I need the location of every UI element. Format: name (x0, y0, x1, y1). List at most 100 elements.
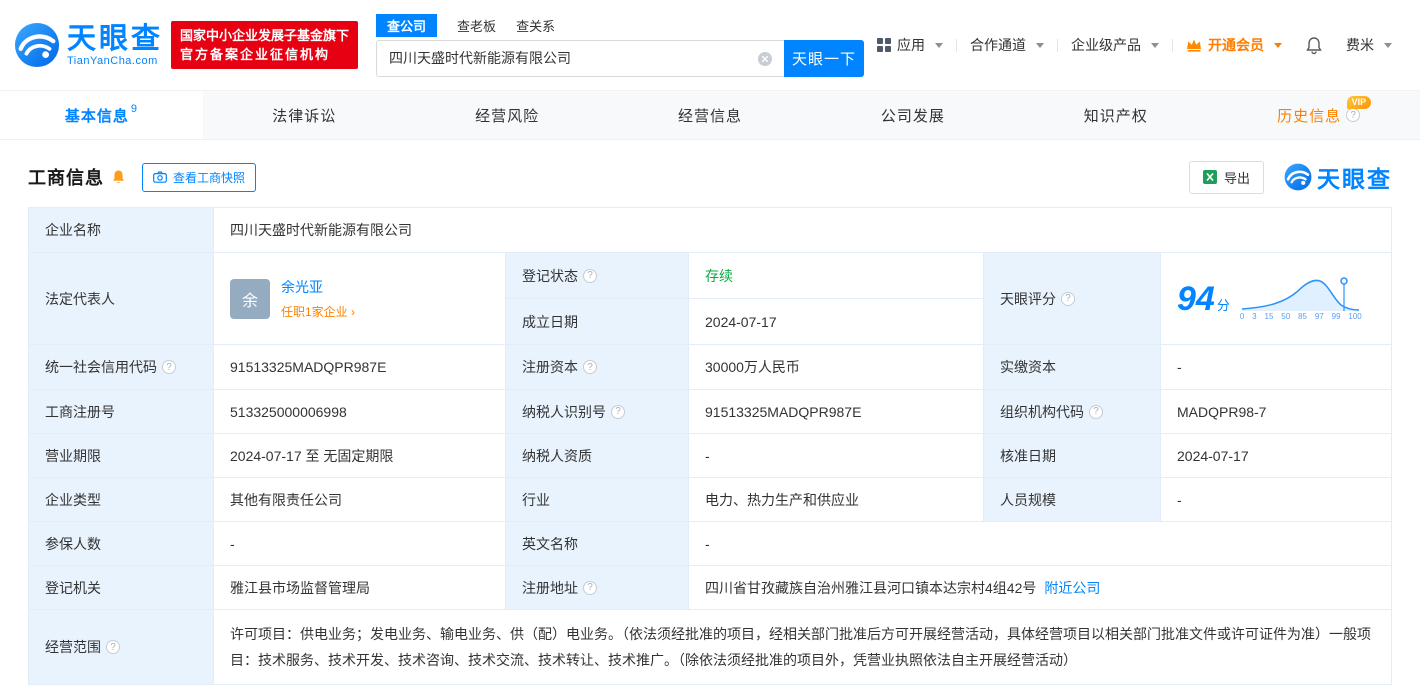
nav-vip-label: 开通会员 (1208, 37, 1265, 53)
field-label: 组织机构代码 (1000, 403, 1084, 420)
field-label: 法定代表人 (45, 290, 115, 307)
help-icon[interactable] (583, 580, 597, 595)
field-value: - (705, 535, 710, 552)
tyc-score-cell: 94 分 0 3 15 50 85 97 99 100 (1161, 253, 1391, 345)
crown-icon (1187, 39, 1202, 52)
gov-certification-badge: 国家中小企业发展子基金旗下 官方备案企业征信机构 (171, 21, 359, 69)
vip-badge: VIP (1346, 96, 1372, 109)
field-label: 行业 (522, 491, 550, 508)
badge-line2: 官方备案企业征信机构 (180, 47, 331, 62)
field-value-org-code: MADQPR98-7 (1161, 390, 1391, 434)
field-value: 513325000006998 (230, 403, 347, 420)
subscribe-bell-icon[interactable] (111, 169, 126, 185)
field-label: 营业期限 (45, 447, 101, 464)
field-label-reg-number: 工商注册号 (29, 390, 214, 434)
search-tab-company[interactable]: 查公司 (376, 13, 438, 37)
tab-operation-risk[interactable]: 经营风险 (406, 91, 609, 139)
field-label: 注册资本 (522, 359, 578, 375)
notification-bell-icon[interactable] (1295, 36, 1333, 55)
score-value: 94 分 (1177, 279, 1230, 318)
excel-icon (1202, 170, 1217, 184)
tab-label: 经营风险 (475, 107, 540, 125)
field-label-business-scope: 经营范围 (29, 610, 214, 685)
field-label-paid-capital: 实缴资本 (984, 345, 1161, 390)
tianyancha-watermark: 天眼查 (1284, 160, 1392, 194)
status-badge: 存续 (705, 267, 733, 284)
help-icon[interactable] (611, 404, 625, 419)
field-value: 许可项目：供电业务；发电业务、输电业务、供（配）电业务。（依法须经批准的项目，经… (230, 626, 1371, 668)
search-tab-boss[interactable]: 查老板 (457, 14, 496, 37)
legal-rep-info: 余光亚 任职1家企业 (281, 277, 355, 320)
help-icon[interactable] (1089, 404, 1103, 419)
score-distribution-chart: 0 3 15 50 85 97 99 100 (1240, 276, 1362, 321)
legal-rep-companies-link[interactable]: 任职1家企业 (281, 303, 355, 320)
help-icon[interactable] (1346, 108, 1361, 122)
tianyancha-logo[interactable]: 天眼查 TianYanCha.com (14, 22, 163, 68)
search-tab-relation[interactable]: 查关系 (516, 14, 555, 37)
field-label-legal-rep: 法定代表人 (29, 253, 214, 345)
nav-open-membership[interactable]: 开通会员 (1173, 35, 1295, 55)
camera-icon (153, 171, 167, 183)
field-label-establish-date: 成立日期 (506, 299, 689, 345)
nav-user[interactable]: 费米 (1333, 35, 1405, 55)
help-icon[interactable] (583, 360, 597, 374)
search-button[interactable]: 天眼一下 (784, 39, 865, 77)
tab-history-info[interactable]: VIP 历史信息 (1217, 91, 1420, 139)
tab-operation-info[interactable]: 经营信息 (609, 91, 812, 139)
field-label: 企业类型 (45, 491, 101, 508)
chevron-down-icon (1036, 42, 1045, 48)
field-label: 天眼评分 (1000, 290, 1056, 307)
tab-intellectual-property[interactable]: 知识产权 (1014, 91, 1217, 139)
search-area: 查公司 查老板 查关系 天眼一下 (376, 13, 865, 77)
search-row: 天眼一下 (376, 39, 865, 77)
export-button[interactable]: 导出 (1188, 160, 1264, 194)
clear-search-icon[interactable] (757, 51, 773, 67)
field-value-credit-code: 91513325MADQPR987E (214, 345, 506, 390)
field-value-company-name: 四川天盛时代新能源有限公司 (214, 208, 1391, 253)
help-icon[interactable] (162, 360, 176, 374)
field-value-company-type: 其他有限责任公司 (214, 478, 506, 522)
tab-label: 历史信息 (1277, 107, 1342, 125)
field-label-english-name: 英文名称 (506, 522, 689, 566)
nearby-companies-link[interactable]: 附近公司 (1044, 578, 1100, 598)
nav-cooperation[interactable]: 合作通道 (957, 35, 1057, 55)
help-icon[interactable] (1061, 291, 1075, 306)
field-label-insured-count: 参保人数 (29, 522, 214, 566)
tab-basic-info[interactable]: 基本信息 9 (0, 91, 203, 139)
logo-en: TianYanCha.com (67, 54, 158, 67)
view-business-snapshot-button[interactable]: 查看工商快照 (142, 162, 257, 192)
field-label: 实缴资本 (1000, 359, 1056, 375)
legal-rep-link[interactable]: 余光亚 (281, 279, 323, 295)
chevron-down-icon (935, 42, 944, 48)
logo-cn: 天眼查 (67, 22, 164, 55)
badge-line1: 国家中小企业发展子基金旗下 (180, 28, 350, 43)
legal-rep-avatar[interactable]: 余 (230, 278, 270, 319)
field-value-reg-number: 513325000006998 (214, 390, 506, 434)
top-nav: 应用 合作通道 企业级产品 开通会员 费米 (864, 35, 1405, 55)
field-label-industry: 行业 (506, 478, 689, 522)
tab-label: 基本信息 (64, 107, 129, 125)
nav-apps-label: 应用 (897, 37, 926, 53)
field-value: 雅江县市场监督管理局 (230, 579, 370, 596)
field-value: MADQPR98-7 (1177, 403, 1267, 420)
tab-company-development[interactable]: 公司发展 (811, 91, 1014, 139)
field-value-paid-capital: - (1161, 345, 1391, 390)
tab-legal-proceedings[interactable]: 法律诉讼 (203, 91, 406, 139)
nav-enterprise-products[interactable]: 企业级产品 (1058, 35, 1172, 55)
field-label-reg-status: 登记状态 (506, 253, 689, 299)
field-label: 纳税人资质 (522, 447, 592, 464)
field-value: 2024-07-17 至 无固定期限 (230, 447, 394, 464)
help-icon[interactable] (106, 640, 120, 654)
logo-text: 天眼查 TianYanCha.com (67, 22, 164, 67)
field-label: 核准日期 (1000, 447, 1056, 464)
field-value: - (230, 535, 235, 552)
field-label: 登记机关 (45, 579, 101, 596)
nav-apps[interactable]: 应用 (864, 35, 956, 55)
field-label: 工商注册号 (45, 403, 115, 420)
field-value-reg-status: 存续 (689, 253, 984, 299)
tab-label: 公司发展 (880, 107, 945, 125)
search-input[interactable] (377, 40, 785, 76)
help-icon[interactable] (583, 268, 597, 283)
field-value-industry: 电力、热力生产和供应业 (689, 478, 984, 522)
section-title: 工商信息 (28, 168, 104, 188)
